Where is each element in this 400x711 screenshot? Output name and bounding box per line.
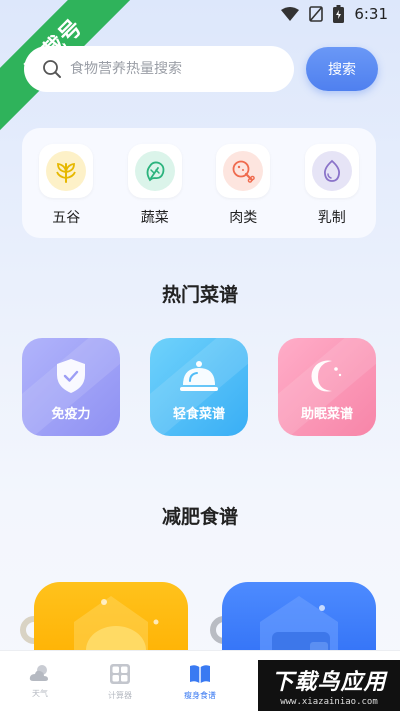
category-grain[interactable]: 五谷 (36, 144, 96, 227)
category-dairy-circle (311, 151, 352, 191)
category-meat-tile (216, 144, 271, 198)
category-dairy-tile (304, 144, 359, 198)
category-label: 乳制 (317, 210, 346, 226)
category-card: 五谷 蔬菜 肉类 乳制 (22, 128, 376, 238)
category-label: 蔬菜 (140, 210, 169, 226)
food-cloche-icon (180, 361, 218, 391)
egg-icon (323, 159, 340, 182)
recipe-sleep-aid[interactable]: 助眠菜谱 (278, 338, 376, 436)
diet-recipes-list (0, 582, 400, 672)
search-input[interactable] (70, 61, 270, 77)
grain-icon (56, 162, 77, 183)
hot-recipes-list: 免疫力 轻食菜谱 助眠菜谱 (22, 338, 376, 436)
status-time: 6:31 (354, 5, 388, 23)
category-meat[interactable]: 肉类 (213, 144, 273, 227)
nav-label: 天气 (32, 689, 48, 698)
recipe-label: 助眠菜谱 (300, 407, 353, 422)
recipe-light-meal[interactable]: 轻食菜谱 (150, 338, 248, 436)
category-label: 五谷 (52, 210, 81, 226)
moon-icon (311, 360, 342, 392)
recipe-label: 轻食菜谱 (172, 407, 225, 422)
meat-icon (232, 160, 256, 183)
book-icon (190, 665, 210, 683)
weather-icon (29, 665, 48, 681)
wifi-icon (281, 7, 300, 21)
nav-label: 计算器 (108, 691, 132, 700)
calculator-icon (110, 664, 130, 684)
hot-recipes-title: 热门菜谱 (161, 284, 238, 306)
nav-weather[interactable]: 天气 (0, 651, 80, 711)
nav-diet-recipes[interactable]: 瘦身食谱 (160, 651, 240, 711)
search-bar: 搜索 (24, 46, 378, 92)
category-meat-circle (223, 151, 264, 191)
vegetable-icon (146, 161, 165, 182)
category-vegetable-tile (127, 144, 182, 198)
shield-icon (57, 359, 85, 393)
search-box[interactable] (24, 46, 294, 92)
brand-watermark-title: 下载鸟应用 (271, 670, 387, 695)
recipe-immunity[interactable]: 免疫力 (22, 338, 120, 436)
diet-recipes-title: 减肥食谱 (161, 506, 238, 528)
category-grain-tile (39, 144, 94, 198)
category-label: 肉类 (229, 210, 258, 226)
recipe-label: 免疫力 (51, 407, 91, 422)
category-dairy[interactable]: 乳制 (302, 144, 362, 227)
brand-watermark-url: www.xiazainiao.com (280, 697, 378, 707)
battery-icon (333, 5, 345, 23)
status-bar: 6:31 (0, 0, 400, 28)
nav-calculator[interactable]: 计算器 (80, 651, 160, 711)
category-vegetable[interactable]: 蔬菜 (125, 144, 185, 227)
search-button[interactable]: 搜索 (306, 47, 378, 91)
category-vegetable-circle (134, 151, 175, 191)
category-grain-circle (46, 151, 87, 191)
nav-label: 瘦身食谱 (184, 691, 216, 700)
no-sim-icon (309, 6, 324, 22)
brand-watermark: 下载鸟应用 www.xiazainiao.com (258, 660, 400, 711)
search-icon (43, 60, 61, 78)
